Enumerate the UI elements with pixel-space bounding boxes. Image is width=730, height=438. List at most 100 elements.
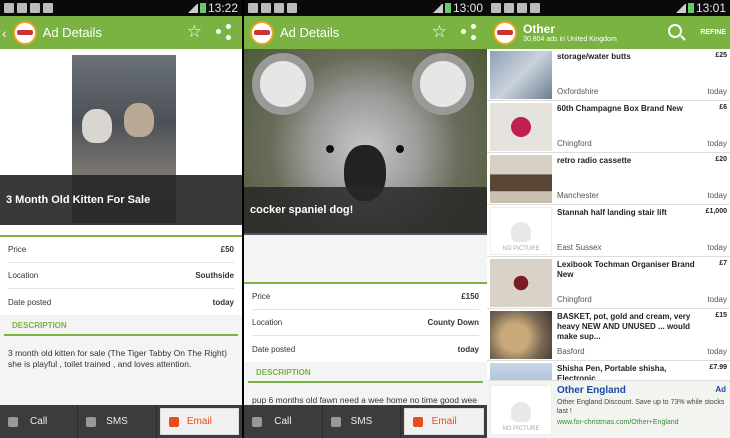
screen-dog-ad: 13:00 Ad Details ☆ cocker spaniel dog! P… <box>244 0 487 438</box>
item-title: Lexibook Tochman Organiser Brand New <box>557 260 695 279</box>
detail-row-price: Price £50 <box>8 237 234 263</box>
app-bar: Other 30,804 ads in United Kingdom REFIN… <box>487 16 730 49</box>
item-thumbnail <box>490 259 552 307</box>
item-date: today <box>707 347 727 356</box>
item-location: Basford <box>557 347 585 356</box>
notification-icon <box>4 3 14 13</box>
contact-bar: Call SMS Email <box>0 405 242 438</box>
no-picture-placeholder: NO PICTURE <box>490 207 552 255</box>
battery-icon <box>445 3 451 13</box>
app-logo[interactable] <box>12 20 37 45</box>
detail-value: today <box>457 344 479 354</box>
list-item[interactable]: storage/water butts £25 Oxfordshire toda… <box>487 49 730 101</box>
app-logo[interactable] <box>250 20 274 45</box>
item-thumbnail <box>490 155 552 203</box>
ad-badge: Ad <box>715 385 726 394</box>
list-item[interactable]: 60th Champagne Box Brand New £6 Chingfor… <box>487 101 730 153</box>
notification-icon <box>248 3 258 13</box>
facebook-icon <box>530 3 540 13</box>
detail-value: today <box>212 297 234 307</box>
sms-icon <box>330 416 341 427</box>
email-icon <box>413 416 424 427</box>
item-price: £1,000 <box>705 208 727 215</box>
page-title: Ad Details <box>42 25 102 40</box>
refine-button[interactable]: REFINE <box>700 29 726 36</box>
share-icon[interactable] <box>461 24 477 40</box>
call-button[interactable]: Call <box>0 405 79 438</box>
phone-icon <box>252 416 262 427</box>
detail-row-price: Price £150 <box>252 284 479 310</box>
email-label: Email <box>186 416 212 427</box>
no-picture-placeholder: NO PICTURE <box>490 385 552 435</box>
item-price: £7.99 <box>709 364 727 371</box>
share-icon[interactable] <box>216 24 232 40</box>
detail-row-date: Date posted today <box>252 336 479 362</box>
list-item[interactable]: NO PICTURE Stannah half landing stair li… <box>487 205 730 257</box>
email-label: Email <box>431 416 457 427</box>
sms-button[interactable]: SMS <box>78 405 157 438</box>
no-picture-label: NO PICTURE <box>502 246 540 252</box>
detail-row-location: Location Southside <box>8 263 234 289</box>
app-logo[interactable] <box>493 20 517 45</box>
search-icon[interactable] <box>668 24 682 38</box>
email-icon <box>168 416 179 427</box>
ad-title: cocker spaniel dog! <box>244 187 487 233</box>
tree-icon <box>511 222 531 242</box>
ad-url[interactable]: www.for-christmas.com/Other+England <box>557 419 679 426</box>
detail-label: Date posted <box>8 297 52 307</box>
item-date: today <box>707 87 727 96</box>
item-date: today <box>707 191 727 200</box>
phone-icon <box>8 416 18 427</box>
status-time: 13:22 <box>207 1 238 15</box>
call-button[interactable]: Call <box>244 405 323 438</box>
ad-title[interactable]: Other England <box>557 385 626 396</box>
detail-value: £50 <box>220 245 234 254</box>
item-price: £20 <box>715 156 727 163</box>
item-location: East Sussex <box>557 243 602 252</box>
description-heading: DESCRIPTION <box>4 315 238 336</box>
email-button[interactable]: Email <box>159 408 239 435</box>
koala-ear <box>412 53 474 115</box>
item-thumbnail <box>490 311 552 359</box>
star-icon[interactable]: ☆ <box>432 22 447 42</box>
call-label: Call <box>274 416 292 427</box>
signal-icon <box>676 3 686 13</box>
item-thumbnail <box>490 103 552 151</box>
item-thumbnail <box>490 51 552 99</box>
item-date: today <box>707 295 727 304</box>
title-block: Other 30,804 ads in United Kingdom <box>523 22 617 43</box>
status-time: 13:00 <box>452 1 483 15</box>
detail-label: Price <box>252 292 271 301</box>
back-icon[interactable]: ‹ <box>2 25 7 41</box>
status-bar: 13:22 <box>0 0 242 16</box>
details-table: Price £150 Location County Down Date poste… <box>244 284 487 362</box>
detail-value: County Down <box>427 318 479 327</box>
detail-value: £150 <box>461 292 479 301</box>
item-date: today <box>707 243 727 252</box>
sms-label: SMS <box>106 416 128 427</box>
description-heading: DESCRIPTION <box>248 362 483 383</box>
call-label: Call <box>30 416 48 427</box>
sponsored-ad[interactable]: NO PICTURE Other England Ad Other Englan… <box>487 380 730 438</box>
sms-button[interactable]: SMS <box>323 405 402 438</box>
sms-icon <box>86 416 97 427</box>
details-table: Price £50 Location Southside Date posted to… <box>0 237 242 315</box>
status-bar: 13:00 <box>244 0 487 16</box>
notification-icon <box>491 3 501 13</box>
detail-value: Southside <box>195 271 234 280</box>
list-item[interactable]: BASKET, pot, gold and cream, very heavy … <box>487 309 730 361</box>
list-item[interactable]: retro radio cassette £20 Manchester toda… <box>487 153 730 205</box>
koala-ear <box>252 53 314 115</box>
detail-row-date: Date posted today <box>8 289 234 315</box>
detail-label: Location <box>8 271 39 280</box>
list-item[interactable]: Lexibook Tochman Organiser Brand New £7 … <box>487 257 730 309</box>
star-icon[interactable]: ☆ <box>187 22 202 42</box>
page-title: Other <box>523 22 556 36</box>
ad-image-area: 3 Month Old Kitten For Sale <box>0 49 242 235</box>
facebook-icon <box>274 3 284 13</box>
item-price: £15 <box>715 312 727 319</box>
detail-label: Date posted <box>252 344 296 354</box>
item-title: BASKET, pot, gold and cream, very heavy … <box>557 312 691 341</box>
email-button[interactable]: Email <box>404 408 485 435</box>
